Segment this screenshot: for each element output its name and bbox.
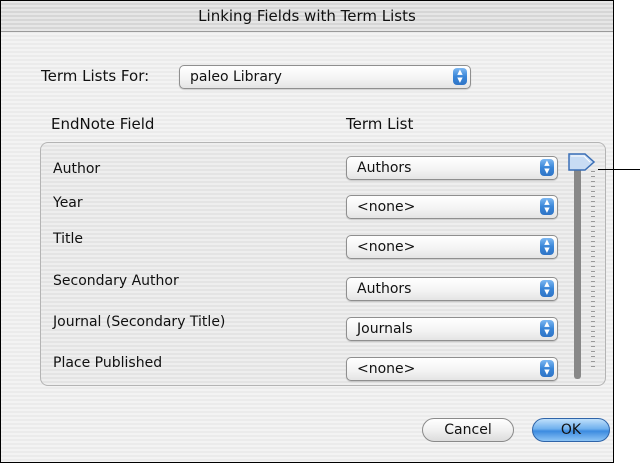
up-down-arrows-icon: ▲ ▼	[540, 238, 554, 255]
field-label-place-published: Place Published	[53, 355, 163, 371]
term-lists-for-value: paleo Library	[190, 69, 282, 85]
dialog-window: Linking Fields with Term Lists Term List…	[0, 0, 614, 463]
term-list-header: Term List	[346, 115, 414, 133]
term-list-select-place-published[interactable]: <none> ▲ ▼	[346, 357, 558, 381]
callout-line	[598, 169, 640, 170]
term-list-select-year[interactable]: <none> ▲ ▼	[346, 195, 558, 219]
cancel-button[interactable]: Cancel	[422, 418, 514, 442]
term-list-select-author[interactable]: Authors ▲ ▼	[346, 156, 558, 180]
field-label-year: Year	[53, 195, 83, 211]
term-list-value-place-published: <none>	[357, 361, 416, 377]
scroll-tick-marks	[591, 171, 595, 371]
up-down-arrows-icon: ▲ ▼	[540, 320, 554, 337]
term-list-value-title: <none>	[357, 239, 416, 255]
term-list-select-journal[interactable]: Journals ▲ ▼	[346, 317, 558, 341]
term-list-select-secondary-author[interactable]: Authors ▲ ▼	[346, 277, 558, 301]
up-down-arrows-icon: ▲ ▼	[540, 360, 554, 377]
field-label-journal: Journal (Secondary Title)	[53, 314, 226, 330]
up-down-arrows-icon: ▲ ▼	[453, 68, 467, 85]
field-label-secondary-author: Secondary Author	[53, 273, 179, 289]
dialog-title: Linking Fields with Term Lists	[1, 1, 613, 32]
endnote-field-header: EndNote Field	[51, 115, 155, 133]
up-down-arrows-icon: ▲ ▼	[540, 280, 554, 297]
term-list-value-journal: Journals	[357, 321, 413, 337]
term-list-value-author: Authors	[357, 160, 412, 176]
term-list-select-title[interactable]: <none> ▲ ▼	[346, 235, 558, 259]
scroll-thumb-icon[interactable]	[567, 151, 597, 173]
term-lists-for-label: Term Lists For:	[41, 67, 150, 85]
scroll-track[interactable]	[574, 157, 581, 379]
field-label-author: Author	[53, 161, 101, 177]
up-down-arrows-icon: ▲ ▼	[540, 159, 554, 176]
term-lists-for-select[interactable]: paleo Library ▲ ▼	[179, 65, 471, 89]
up-down-arrows-icon: ▲ ▼	[540, 198, 554, 215]
ok-button[interactable]: OK	[532, 418, 610, 442]
term-list-value-year: <none>	[357, 199, 416, 215]
field-label-title: Title	[53, 231, 84, 247]
term-list-value-secondary-author: Authors	[357, 281, 412, 297]
